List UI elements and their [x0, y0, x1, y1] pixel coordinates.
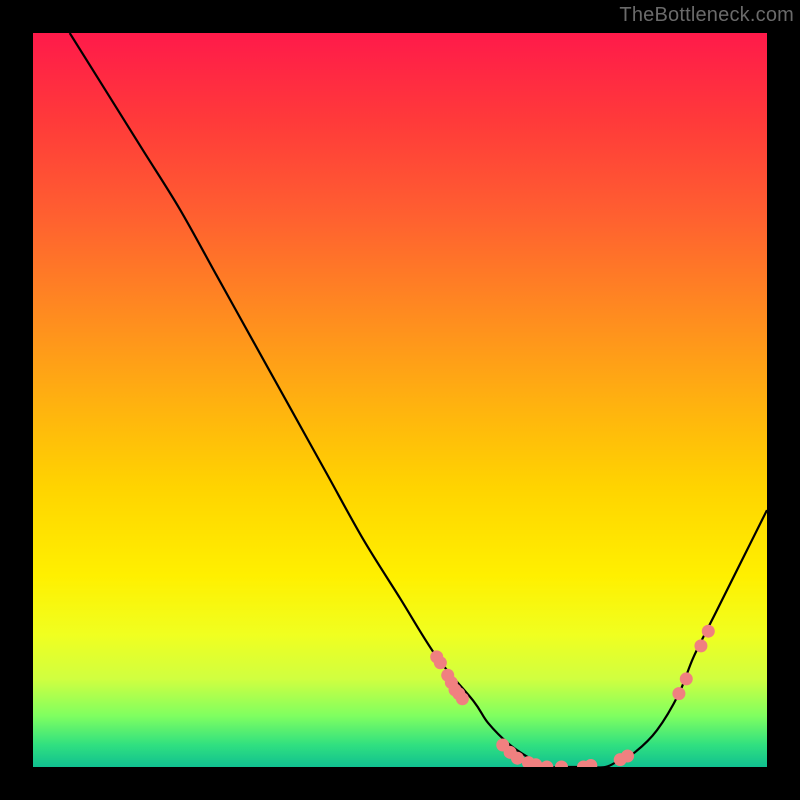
data-marker: [434, 656, 447, 669]
data-marker: [555, 761, 568, 768]
data-marker: [621, 749, 634, 762]
data-marker: [584, 759, 597, 767]
watermark-label: TheBottleneck.com: [619, 4, 794, 27]
marker-group: [430, 625, 715, 767]
data-marker: [680, 672, 693, 685]
data-marker: [456, 692, 469, 705]
data-marker: [702, 625, 715, 638]
bottleneck-curve: [70, 33, 767, 767]
data-marker: [672, 687, 685, 700]
data-marker: [540, 761, 553, 768]
data-marker: [694, 639, 707, 652]
chart-svg: [33, 33, 767, 767]
chart-container: TheBottleneck.com: [0, 0, 800, 800]
